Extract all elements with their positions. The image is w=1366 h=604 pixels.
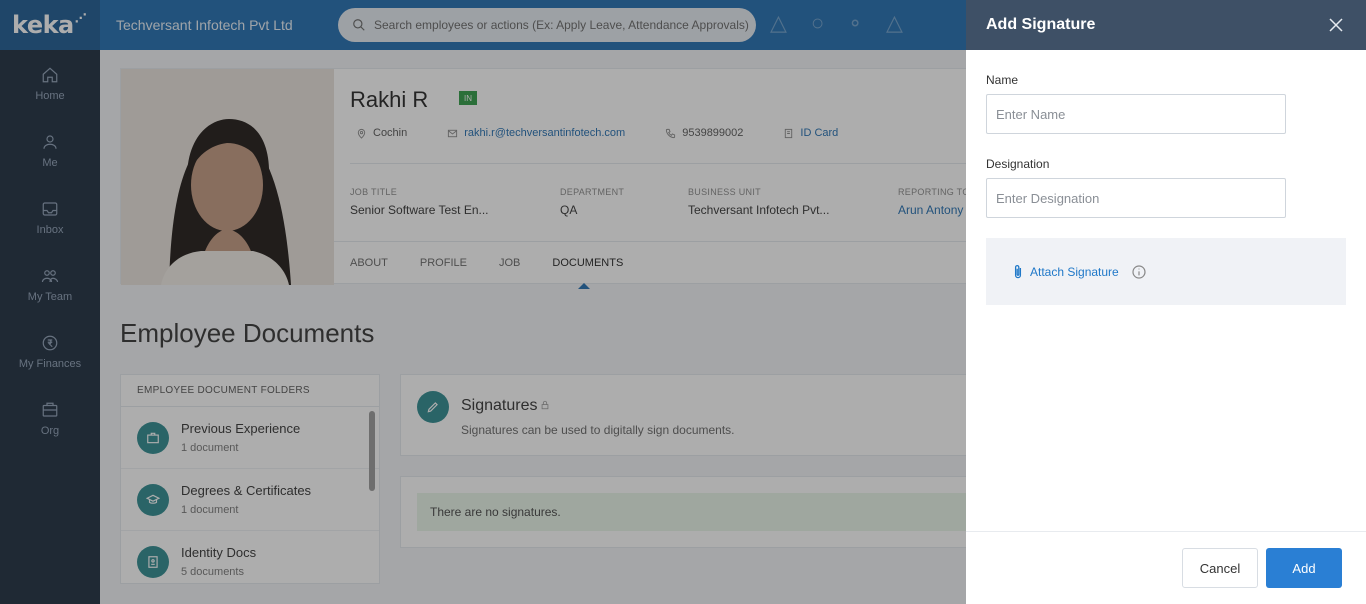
designation-label: Designation bbox=[986, 157, 1050, 171]
modal-backdrop[interactable] bbox=[0, 0, 966, 604]
paperclip-icon bbox=[1014, 264, 1022, 278]
info-icon[interactable] bbox=[1131, 264, 1147, 280]
drawer-header: Add Signature bbox=[966, 0, 1366, 50]
attach-signature-box: Attach Signature bbox=[986, 238, 1346, 305]
drawer-footer: Cancel Add bbox=[966, 531, 1366, 604]
attach-signature-link[interactable]: Attach Signature bbox=[1012, 264, 1119, 280]
add-button[interactable]: Add bbox=[1266, 548, 1342, 588]
designation-field[interactable] bbox=[986, 178, 1286, 218]
cancel-button[interactable]: Cancel bbox=[1182, 548, 1258, 588]
drawer-title: Add Signature bbox=[986, 16, 1096, 33]
add-signature-drawer: Add Signature Name Designation Attach Si… bbox=[966, 0, 1366, 604]
close-icon bbox=[1329, 18, 1343, 32]
close-button[interactable] bbox=[1326, 15, 1346, 35]
name-label: Name bbox=[986, 73, 1019, 87]
name-field[interactable] bbox=[986, 94, 1286, 134]
